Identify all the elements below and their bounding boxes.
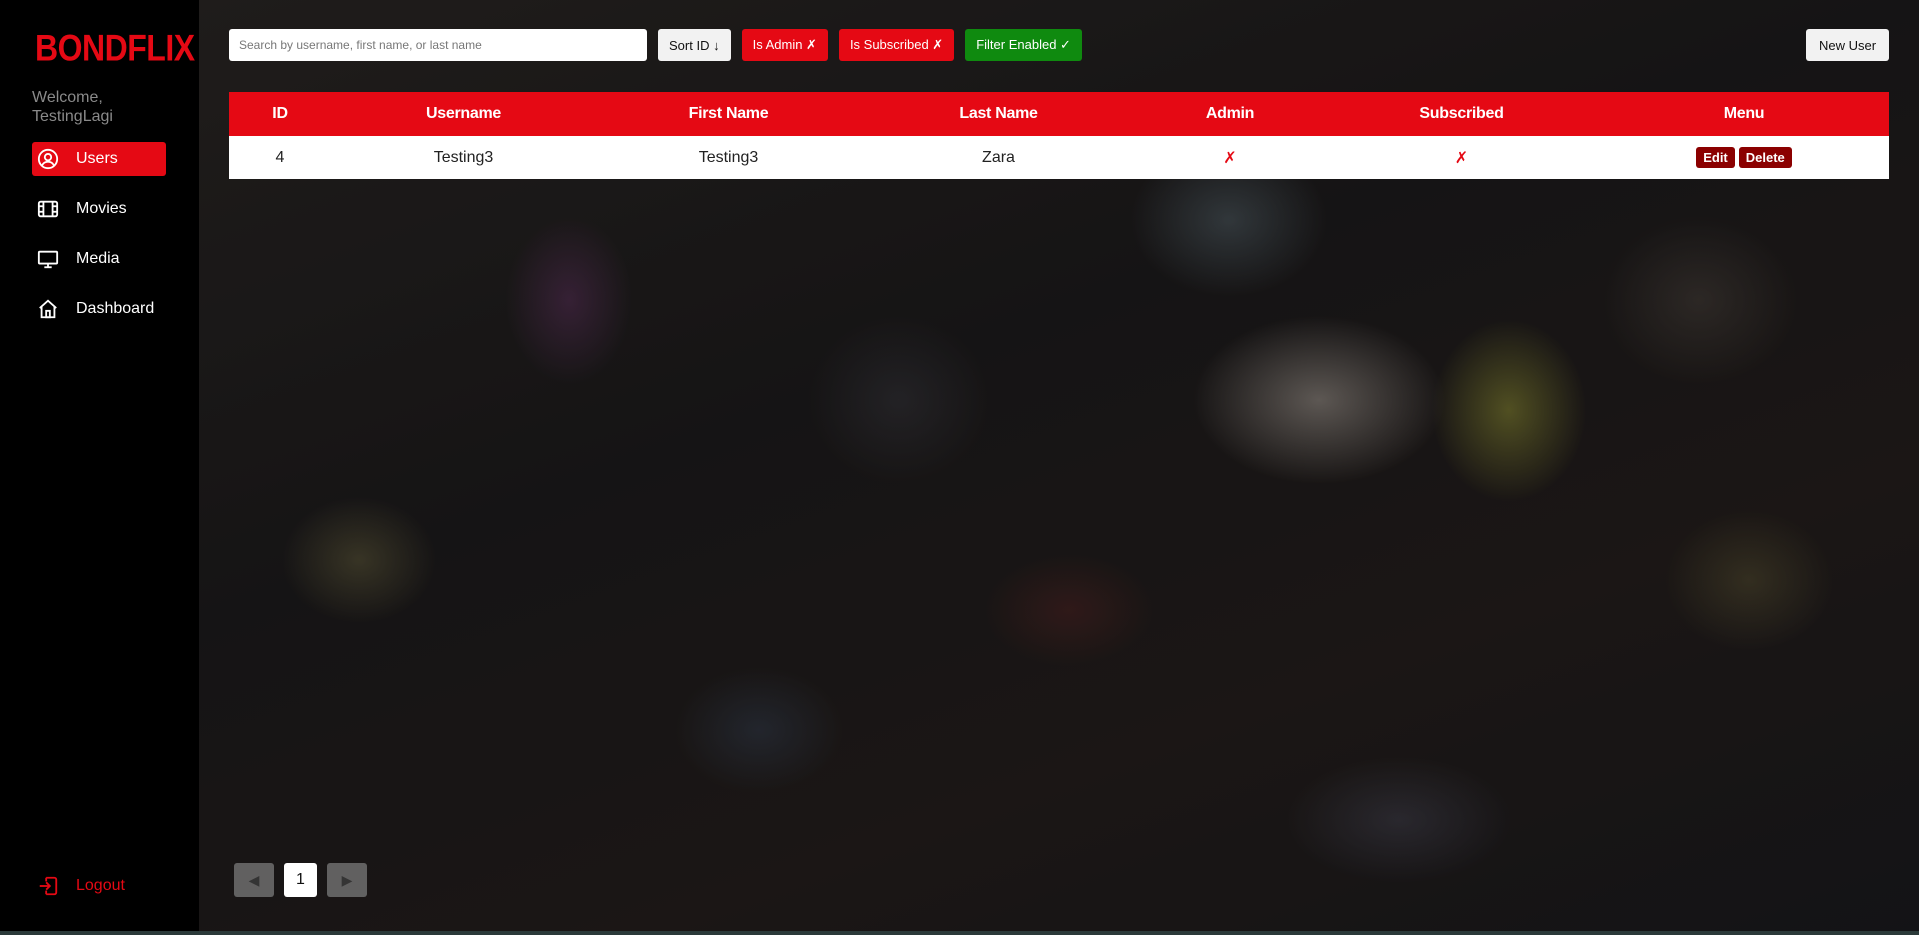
sidebar-nav: Users Movies Media Dashboard [32, 142, 166, 342]
column-header-last-name: Last Name [861, 92, 1136, 136]
is-admin-toggle[interactable]: Is Admin ✗ [741, 29, 828, 61]
sidebar-item-label: Movies [76, 200, 127, 217]
sidebar-item-media[interactable]: Media [32, 242, 166, 276]
cell-admin: ✗ [1136, 136, 1324, 179]
admin-false-icon: ✗ [1223, 149, 1237, 167]
column-header-id: ID [229, 92, 331, 136]
cell-id: 4 [229, 136, 331, 179]
new-user-button[interactable]: New User [1806, 29, 1889, 61]
table-header-row: ID Username First Name Last Name Admin S… [229, 92, 1889, 136]
cell-subscribed: ✗ [1324, 136, 1599, 179]
monitor-icon [36, 247, 60, 271]
sidebar: BONDFLIX Welcome, TestingLagi Users Movi… [0, 0, 199, 935]
prev-page-button[interactable]: ◀ [234, 863, 274, 897]
sidebar-item-users[interactable]: Users [32, 142, 166, 176]
search-input[interactable] [229, 29, 647, 61]
logout-label: Logout [76, 877, 125, 894]
user-circle-icon [36, 147, 60, 171]
welcome-username: TestingLagi [32, 108, 113, 125]
filter-toolbar: Sort ID ↓ Is Admin ✗ Is Subscribed ✗ Fil… [229, 29, 1082, 61]
column-header-username: Username [331, 92, 596, 136]
column-header-subscribed: Subscribed [1324, 92, 1599, 136]
sidebar-item-dashboard[interactable]: Dashboard [32, 292, 166, 326]
logout-button[interactable]: Logout [36, 874, 125, 898]
welcome-text: Welcome, TestingLagi [32, 88, 182, 126]
column-header-menu: Menu [1599, 92, 1889, 136]
edit-button[interactable]: Edit [1696, 147, 1735, 168]
sort-id-button[interactable]: Sort ID ↓ [658, 29, 731, 61]
sidebar-item-label: Media [76, 250, 120, 267]
cell-last-name: Zara [861, 136, 1136, 179]
sidebar-item-label: Dashboard [76, 300, 155, 317]
users-table: ID Username First Name Last Name Admin S… [229, 92, 1889, 179]
home-icon [36, 297, 60, 321]
is-subscribed-toggle[interactable]: Is Subscribed ✗ [838, 29, 955, 61]
bottom-edge-bar [0, 931, 1919, 935]
brand-logo: BONDFLIX [35, 27, 195, 69]
cell-menu: Edit Delete [1599, 136, 1889, 179]
app-root: BONDFLIX Welcome, TestingLagi Users Movi… [0, 0, 1919, 935]
page-number-current[interactable]: 1 [284, 863, 317, 897]
logout-icon [36, 874, 60, 898]
delete-button[interactable]: Delete [1738, 147, 1792, 168]
next-page-button[interactable]: ▶ [327, 863, 367, 897]
pagination: ◀ 1 ▶ [234, 863, 377, 897]
subscribed-false-icon: ✗ [1454, 149, 1469, 167]
cell-first-name: Testing3 [596, 136, 861, 179]
table-row: 4 Testing3 Testing3 Zara ✗ ✗ Edit Delete [229, 136, 1889, 179]
column-header-first-name: First Name [596, 92, 861, 136]
sidebar-item-label: Users [76, 150, 118, 167]
cell-username: Testing3 [331, 136, 596, 179]
column-header-admin: Admin [1136, 92, 1324, 136]
film-icon [36, 197, 60, 221]
welcome-prefix: Welcome, [32, 89, 103, 106]
sidebar-item-movies[interactable]: Movies [32, 192, 166, 226]
filter-enabled-toggle[interactable]: Filter Enabled ✓ [965, 29, 1082, 61]
